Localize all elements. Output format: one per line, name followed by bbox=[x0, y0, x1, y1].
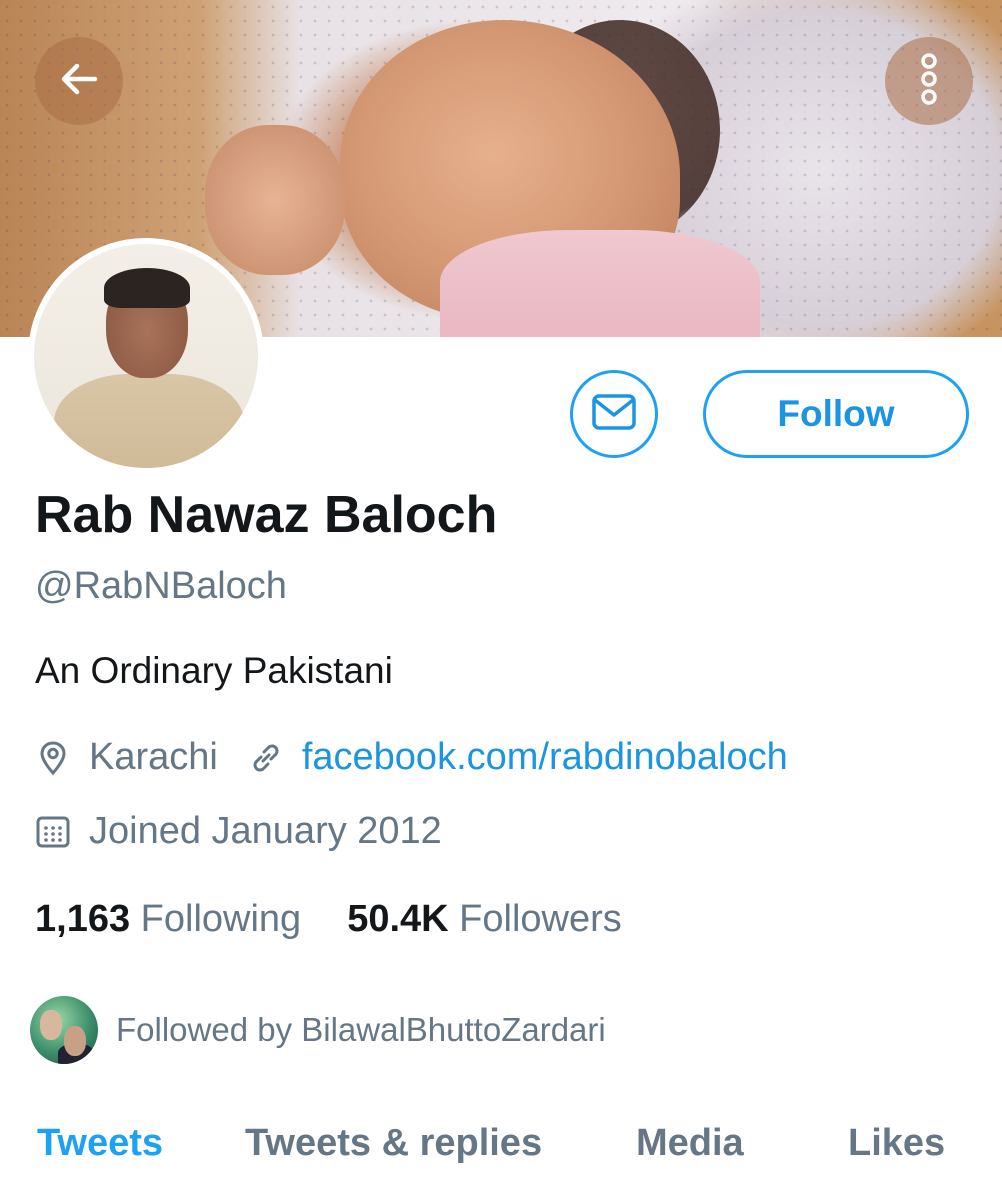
followers-label: Followers bbox=[459, 898, 622, 940]
following-count: 1,163 bbox=[35, 898, 131, 940]
profile-joined-date: Joined January 2012 bbox=[89, 810, 442, 852]
calendar-icon bbox=[35, 814, 71, 850]
location-pin-icon bbox=[35, 740, 71, 776]
tab-media[interactable]: Media bbox=[636, 1122, 744, 1165]
avatar-shirt bbox=[54, 374, 244, 468]
tab-likes[interactable]: Likes bbox=[848, 1122, 945, 1165]
avatar-photo bbox=[34, 244, 258, 468]
follow-button[interactable]: Follow bbox=[703, 370, 969, 458]
tab-tweets-and-replies[interactable]: Tweets & replies bbox=[245, 1122, 542, 1165]
followed-by[interactable]: Followed by BilawalBhuttoZardari bbox=[30, 996, 606, 1064]
back-button[interactable] bbox=[35, 37, 123, 125]
profile-website-link[interactable]: facebook.com/rabdinobaloch bbox=[302, 736, 788, 779]
more-options-button[interactable] bbox=[885, 37, 973, 125]
profile-handle: @RabNBaloch bbox=[35, 565, 287, 607]
profile-stats: 1,163 Following 50.4K Followers bbox=[35, 898, 622, 941]
banner-baby-hand bbox=[205, 125, 345, 275]
message-button[interactable] bbox=[570, 370, 658, 458]
profile-meta-joined: Joined January 2012 bbox=[35, 810, 442, 853]
tab-tweets[interactable]: Tweets bbox=[37, 1122, 163, 1165]
profile-name: Rab Nawaz Baloch bbox=[35, 486, 498, 544]
followers-stat[interactable]: 50.4K Followers bbox=[347, 898, 622, 940]
avatar-hair bbox=[104, 268, 190, 308]
link-icon bbox=[248, 740, 284, 776]
following-label: Following bbox=[140, 898, 302, 940]
profile-location: Karachi bbox=[89, 736, 218, 778]
followed-by-avatar bbox=[30, 996, 98, 1064]
more-vertical-icon bbox=[914, 49, 944, 114]
back-arrow-icon bbox=[55, 55, 103, 108]
followers-count: 50.4K bbox=[347, 898, 449, 940]
banner-baby-clothes bbox=[440, 230, 760, 337]
profile-tabs: Tweets Tweets & replies Media Likes bbox=[0, 1112, 1002, 1182]
following-stat[interactable]: 1,163 Following bbox=[35, 898, 301, 940]
profile-avatar[interactable] bbox=[28, 238, 264, 474]
mail-icon bbox=[591, 392, 637, 437]
followed-by-text: Followed by BilawalBhuttoZardari bbox=[116, 1011, 606, 1048]
followed-by-avatar-face-2 bbox=[64, 1026, 86, 1056]
profile-bio: An Ordinary Pakistani bbox=[35, 650, 393, 691]
profile-meta-location-link: Karachi facebook.com/rabdinobaloch bbox=[35, 736, 788, 779]
followed-by-avatar-face-1 bbox=[40, 1010, 62, 1040]
